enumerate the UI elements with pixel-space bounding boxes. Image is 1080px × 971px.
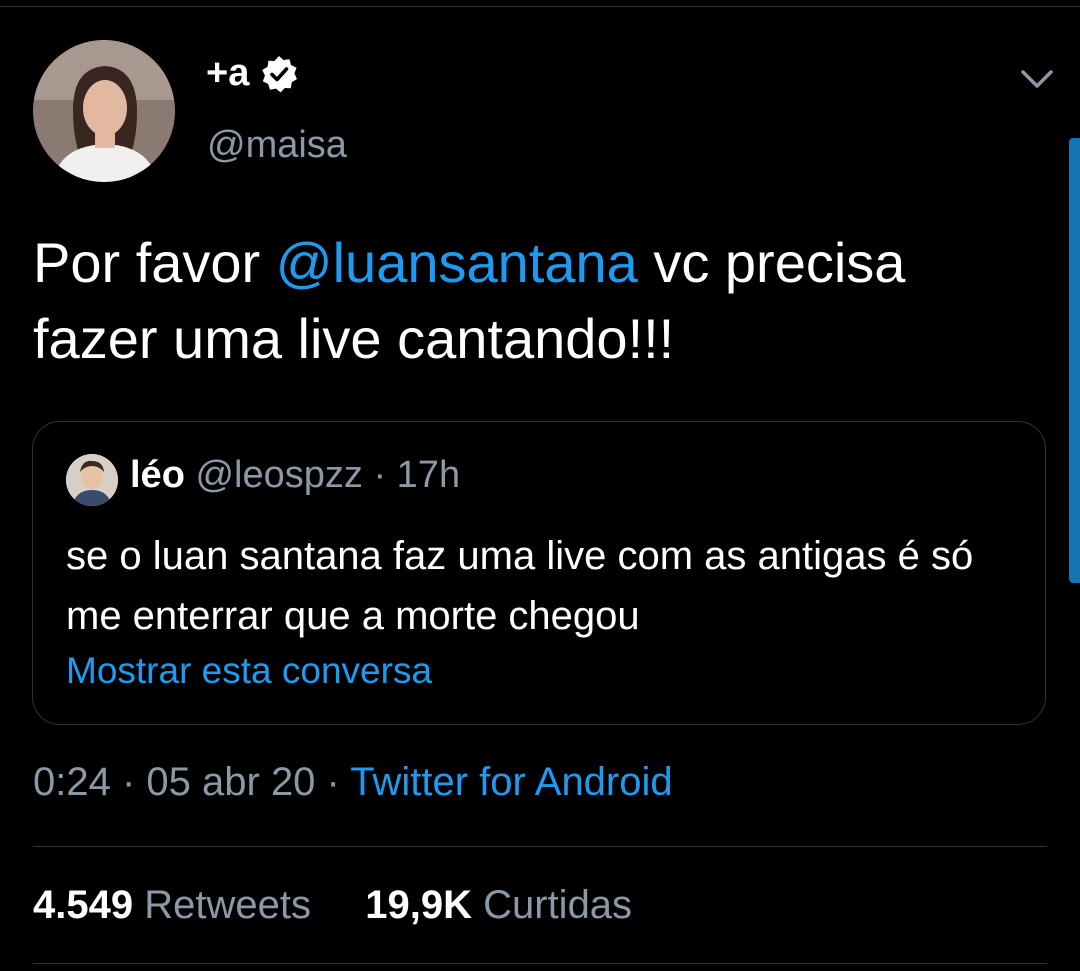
author-handle[interactable]: @maisa [207,124,347,167]
retweets-label: Retweets [144,883,311,927]
author-display-name[interactable]: +a [206,52,249,95]
show-thread-link[interactable]: Mostrar esta conversa [66,650,432,692]
tweet-text-before: Por favor [33,231,276,294]
tweet-mention-link[interactable]: @luansantana [276,231,638,294]
quoted-tweet-text: se o luan santana faz uma live com as an… [66,534,974,638]
author-avatar-image [33,40,175,182]
meta-separator: · [315,760,351,804]
tweet-time: 0:24 [33,760,111,804]
chevron-down-icon[interactable] [1015,62,1059,98]
quoted-tweet-card[interactable]: léo @leospzz · 17h se o luan santana faz… [32,421,1046,725]
stats-divider [33,963,1047,964]
quoted-header-separator: · [362,454,397,496]
likes-count: 19,9K [365,883,472,927]
tweet-text: Por favor @luansantana vc precisa fazer … [33,225,1033,377]
scroll-indicator[interactable] [1069,138,1080,583]
likes-stat[interactable]: 19,9K Curtidas [365,883,632,927]
tweet-date: 05 abr 20 [146,760,316,804]
tweet-source-link[interactable]: Twitter for Android [350,760,672,804]
quoted-author-avatar-image [66,454,118,506]
meta-divider [33,846,1047,847]
retweets-count: 4.549 [33,883,134,927]
quoted-author-name[interactable]: léo [130,454,185,496]
meta-separator: · [110,760,147,804]
quoted-author-avatar[interactable] [66,454,118,506]
quoted-author-handle[interactable]: @leospzz [195,454,362,496]
author-display-name-row[interactable]: +a [206,52,299,95]
retweets-stat[interactable]: 4.549 Retweets [33,883,311,927]
verified-badge-icon [259,54,299,94]
tweet-stats: 4.549 Retweets 19,9K Curtidas [33,883,632,928]
quoted-tweet-header: léo @leospzz · 17h [130,454,460,497]
top-divider [0,6,1080,7]
author-avatar[interactable] [33,40,175,182]
tweet-meta: 0:24 · 05 abr 20 · Twitter for Android [33,760,673,805]
likes-label: Curtidas [483,883,633,927]
quoted-tweet-time: 17h [396,454,461,496]
